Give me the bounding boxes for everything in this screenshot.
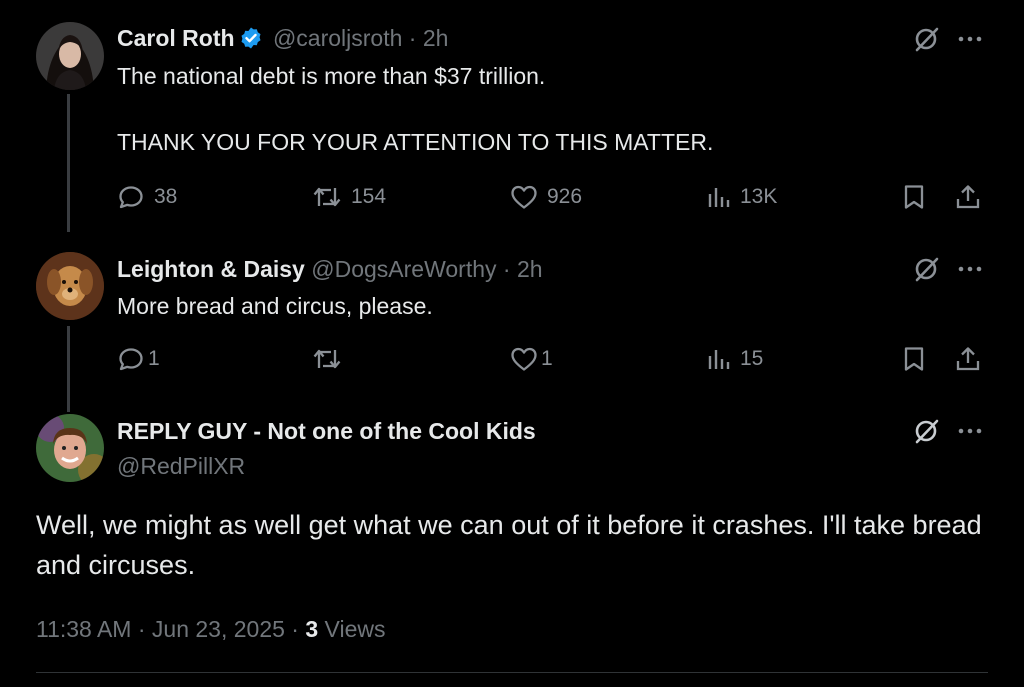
grok-icon[interactable] xyxy=(914,418,940,444)
post-time[interactable]: 2h xyxy=(517,256,543,282)
grok-icon[interactable] xyxy=(914,26,940,52)
post-header: REPLY GUY - Not one of the Cool Kids xyxy=(117,416,536,446)
post-top-icons xyxy=(914,418,982,444)
views-label: Views xyxy=(318,616,386,642)
post-text: The national debt is more than $37 trill… xyxy=(117,60,713,159)
divider xyxy=(36,672,988,673)
reply-icon xyxy=(117,183,145,211)
post-text-line xyxy=(117,93,713,126)
post-text: More bread and circus, please. xyxy=(117,290,433,323)
repost-icon xyxy=(312,184,342,210)
verified-badge-icon xyxy=(239,26,263,57)
post-text-line: More bread and circus, please. xyxy=(117,293,433,319)
grok-icon[interactable] xyxy=(914,256,940,282)
bookmark-button[interactable] xyxy=(902,180,926,214)
reply-button[interactable]: 1 xyxy=(117,342,160,376)
post-time[interactable]: 2h xyxy=(423,25,449,51)
avatar[interactable] xyxy=(36,252,104,320)
repost-button[interactable]: 154 xyxy=(312,180,386,214)
views-icon xyxy=(707,185,731,209)
like-icon xyxy=(510,184,538,210)
more-icon[interactable] xyxy=(958,266,982,272)
repost-icon xyxy=(312,346,342,372)
thread-line xyxy=(67,94,70,232)
display-name[interactable]: Leighton & Daisy xyxy=(117,256,305,282)
post-actions: 38 154 926 13K xyxy=(117,180,985,214)
views-button[interactable]: 13K xyxy=(707,180,777,214)
reply-count: 38 xyxy=(154,185,178,208)
handle[interactable]: @RedPillXR xyxy=(117,453,245,479)
post-timestamp[interactable]: 11:38 AM · Jun 23, 2025 · xyxy=(36,616,305,642)
bookmark-icon xyxy=(902,346,926,372)
post-text-line: THANK YOU FOR YOUR ATTENTION TO THIS MAT… xyxy=(117,129,714,155)
display-name[interactable]: REPLY GUY - Not one of the Cool Kids xyxy=(117,418,536,444)
repost-button[interactable] xyxy=(312,342,342,376)
post-actions: 1 1 15 xyxy=(117,342,985,376)
separator-dot: · xyxy=(502,256,511,282)
display-name[interactable]: Carol Roth xyxy=(117,25,235,51)
post-header: Carol Roth @caroljsroth · 2h xyxy=(117,23,448,57)
post-header: Leighton & Daisy @DogsAreWorthy · 2h xyxy=(117,254,543,284)
reply-count: 1 xyxy=(148,347,160,370)
post-top-icons xyxy=(914,26,982,52)
repost-count: 154 xyxy=(351,185,387,208)
post-top-icons xyxy=(914,256,982,282)
thread-line xyxy=(67,326,70,412)
share-button[interactable] xyxy=(955,180,981,214)
like-count: 1 xyxy=(541,347,553,370)
avatar[interactable] xyxy=(36,22,104,90)
view-count: 3 xyxy=(305,616,319,642)
more-icon[interactable] xyxy=(958,428,982,434)
views-count: 13K xyxy=(740,185,778,208)
share-icon xyxy=(955,184,981,210)
bookmark-icon xyxy=(902,184,926,210)
separator-dot: · xyxy=(408,25,417,51)
reply-icon xyxy=(117,345,145,373)
post-header-handle-row: @RedPillXR xyxy=(117,451,245,481)
share-button[interactable] xyxy=(955,342,981,376)
share-icon xyxy=(955,346,981,372)
post-metadata: 11:38 AM · Jun 23, 2025 · 3 Views xyxy=(36,616,385,643)
more-icon[interactable] xyxy=(958,36,982,42)
avatar[interactable] xyxy=(36,414,104,482)
handle[interactable]: @DogsAreWorthy xyxy=(311,256,496,282)
views-icon xyxy=(707,347,731,371)
views-count: 15 xyxy=(740,347,764,370)
post-text-line: The national debt is more than $37 trill… xyxy=(117,63,546,89)
post-text: Well, we might as well get what we can o… xyxy=(36,510,982,580)
reply-button[interactable]: 38 xyxy=(117,180,177,214)
handle[interactable]: @caroljsroth xyxy=(273,25,402,51)
views-button[interactable]: 15 xyxy=(707,342,763,376)
like-button[interactable]: 926 xyxy=(510,180,582,214)
bookmark-button[interactable] xyxy=(902,342,926,376)
like-icon xyxy=(510,346,538,372)
like-button[interactable]: 1 xyxy=(510,342,553,376)
like-count: 926 xyxy=(547,185,583,208)
